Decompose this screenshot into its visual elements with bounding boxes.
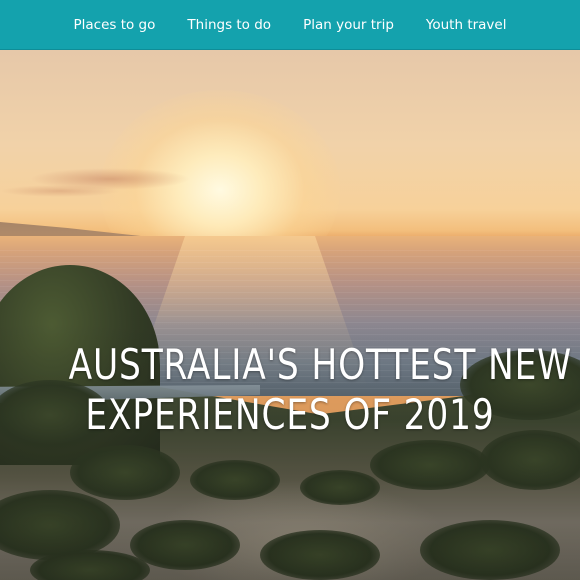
nav-link-places-to-go[interactable]: Places to go [74, 17, 172, 33]
headline-line-1: AUSTRALIA'S HOTTEST NEW [68, 340, 573, 389]
nav-link-things-to-do[interactable]: Things to do [171, 17, 287, 33]
headline-line-2: EXPERIENCES OF 2019 [85, 390, 495, 439]
nav-list: Places to go Things to do Plan your trip… [74, 17, 507, 33]
top-navigation: Places to go Things to do Plan your trip… [0, 0, 580, 50]
page: Places to go Things to do Plan your trip… [0, 0, 580, 580]
hero-shade [0, 50, 580, 580]
hero-image[interactable] [0, 50, 580, 580]
hero-headline[interactable]: AUSTRALIA'S HOTTEST NEW EXPERIENCES OF 2… [68, 340, 573, 440]
nav-link-plan-your-trip[interactable]: Plan your trip [287, 17, 410, 33]
nav-link-youth-travel[interactable]: Youth travel [410, 17, 507, 33]
